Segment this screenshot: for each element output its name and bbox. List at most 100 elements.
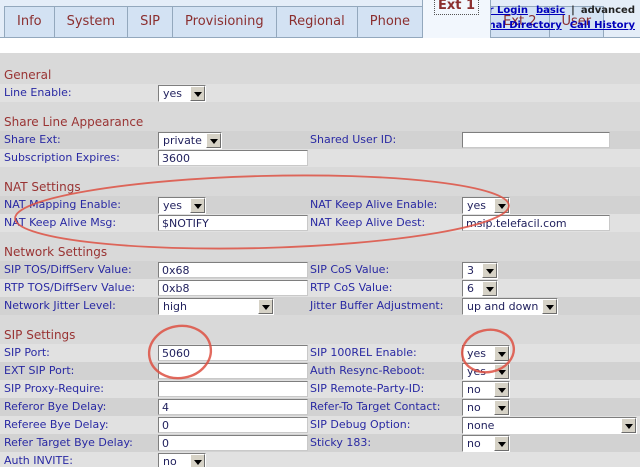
field-row: Network Jitter Level:highJitter Buffer A… xyxy=(0,297,640,315)
input-sip-port[interactable] xyxy=(158,345,308,361)
chevron-down-icon xyxy=(210,139,218,148)
input-shared-user-id[interactable] xyxy=(462,132,610,148)
input-referor-bye-delay[interactable] xyxy=(158,399,308,415)
input-referee-bye-delay[interactable] xyxy=(158,417,308,433)
input-nat-keep-alive-dest[interactable] xyxy=(462,215,610,231)
dropdown-arrow-icon xyxy=(494,364,509,379)
field-row: SIP Proxy-Require:SIP Remote-Party-ID:no xyxy=(0,380,640,398)
text-advanced: advanced xyxy=(581,5,635,16)
label-nat-mapping-enable: NAT Mapping Enable: xyxy=(4,198,121,211)
select-sip-100rel-enable[interactable]: yes xyxy=(462,345,510,362)
select-value: yes xyxy=(467,365,486,378)
label-sip-remote-party-id: SIP Remote-Party-ID: xyxy=(310,382,424,395)
link-call-history[interactable]: Call History xyxy=(570,20,635,31)
label-ext-sip-port: EXT SIP Port: xyxy=(4,364,74,377)
settings-form: GeneralLine Enable:yesShare Line Appeara… xyxy=(0,53,640,467)
input-refer-target-bye-delay[interactable] xyxy=(158,435,308,451)
input-sip-tos-diffserv-value[interactable] xyxy=(158,262,308,278)
label-line-enable: Line Enable: xyxy=(4,86,72,99)
text-: | xyxy=(571,5,575,16)
field-row: NAT Keep Alive Msg: NAT Keep Alive Dest: xyxy=(0,214,640,232)
select-sticky-183[interactable]: no xyxy=(462,435,510,452)
label-sticky-183: Sticky 183: xyxy=(310,436,371,449)
input-subscription-expires[interactable] xyxy=(158,150,308,166)
chevron-down-icon xyxy=(498,442,506,451)
section-share-line-appearance: Share Line AppearanceShare Ext:privateSh… xyxy=(0,114,640,167)
select-value: private xyxy=(163,134,202,147)
select-sip-cos-value[interactable]: 3 xyxy=(462,262,498,279)
select-sip-remote-party-id[interactable]: no xyxy=(462,381,510,398)
dropdown-arrow-icon xyxy=(258,299,273,314)
link-basic[interactable]: basic xyxy=(536,5,565,16)
input-sip-proxy-require[interactable] xyxy=(158,381,308,397)
select-value: yes xyxy=(163,87,182,100)
select-jitter-buffer-adjustment[interactable]: up and down xyxy=(462,298,558,315)
select-rtp-cos-value[interactable]: 6 xyxy=(462,280,498,297)
select-share-ext[interactable]: private xyxy=(158,132,222,149)
select-refer-to-target-contact[interactable]: no xyxy=(462,399,510,416)
tab-label: SIP xyxy=(140,14,160,29)
dropdown-arrow-icon xyxy=(190,454,205,467)
dropdown-arrow-icon xyxy=(494,400,509,415)
phone-config-page: { "colors": { "section_heading": "#99333… xyxy=(0,0,640,467)
field-row: Auth INVITE:no xyxy=(0,452,640,467)
label-nat-keep-alive-msg: NAT Keep Alive Msg: xyxy=(4,216,116,229)
label-jitter-buffer-adjustment: Jitter Buffer Adjustment: xyxy=(310,299,443,312)
select-line-enable[interactable]: yes xyxy=(158,85,206,102)
tab-provisioning[interactable]: Provisioning xyxy=(172,6,277,38)
tab-label: Regional xyxy=(289,14,345,29)
field-row: NAT Mapping Enable:yesNAT Keep Alive Ena… xyxy=(0,196,640,214)
tab-system[interactable]: System xyxy=(54,6,128,38)
tab-label: Ext 1 xyxy=(435,0,478,14)
select-auth-resync-reboot[interactable]: yes xyxy=(462,363,510,380)
chevron-down-icon xyxy=(194,204,202,213)
tab-label: Info xyxy=(17,14,42,29)
select-value: no xyxy=(467,383,481,396)
section-title: NAT Settings xyxy=(0,179,640,196)
dropdown-arrow-icon xyxy=(190,86,205,101)
select-value: yes xyxy=(163,199,182,212)
dropdown-arrow-icon xyxy=(621,418,636,433)
select-value: yes xyxy=(467,347,486,360)
section-general: GeneralLine Enable:yes xyxy=(0,67,640,102)
chevron-down-icon xyxy=(498,388,506,397)
select-nat-mapping-enable[interactable]: yes xyxy=(158,197,206,214)
section-nat-settings: NAT Settings NAT Mapping Enable: yes NAT Ke… xyxy=(0,179,640,232)
label-nat-keep-alive-dest: NAT Keep Alive Dest: xyxy=(310,216,425,229)
select-value: no xyxy=(467,401,481,414)
section-sip-settings: SIP SettingsSIP Port:SIP 100REL Enable:y… xyxy=(0,327,640,467)
label-refer-target-bye-delay: Refer Target Bye Delay: xyxy=(4,436,133,449)
label-referee-bye-delay: Referee Bye Delay: xyxy=(4,418,109,431)
select-value: high xyxy=(163,300,187,313)
dropdown-arrow-icon xyxy=(482,263,497,278)
label-rtp-tos-diffserv-value: RTP TOS/DiffServ Value: xyxy=(4,281,135,294)
select-nat-keep-alive-enable[interactable]: yes xyxy=(462,197,510,214)
field-row: SIP TOS/DiffServ Value:SIP CoS Value:3 xyxy=(0,261,640,279)
tab-sip[interactable]: SIP xyxy=(127,6,173,38)
chevron-down-icon xyxy=(498,406,506,415)
dropdown-arrow-icon xyxy=(494,382,509,397)
field-row: Referee Bye Delay:SIP Debug Option:none xyxy=(0,416,640,434)
select-sip-debug-option[interactable]: none xyxy=(462,417,637,434)
tab-ext-1[interactable]: Ext 1 xyxy=(422,0,491,38)
label-sip-port: SIP Port: xyxy=(4,346,50,359)
input-rtp-tos-diffserv-value[interactable] xyxy=(158,280,308,296)
tab-phone[interactable]: Phone xyxy=(357,6,423,38)
field-row: Subscription Expires: xyxy=(0,149,640,167)
select-value: 3 xyxy=(467,264,474,277)
tab-info[interactable]: Info xyxy=(4,6,55,38)
field-row: Line Enable: yes xyxy=(0,84,640,102)
select-value: yes xyxy=(467,199,486,212)
dropdown-arrow-icon xyxy=(190,198,205,213)
select-network-jitter-level[interactable]: high xyxy=(158,298,274,315)
input-nat-keep-alive-msg[interactable] xyxy=(158,215,308,231)
tab-regional[interactable]: Regional xyxy=(276,6,358,38)
label-sip-100rel-enable: SIP 100REL Enable: xyxy=(310,346,417,359)
input-ext-sip-port[interactable] xyxy=(158,363,308,379)
field-row: EXT SIP Port:Auth Resync-Reboot:yes xyxy=(0,362,640,380)
select-auth-invite[interactable]: no xyxy=(158,453,206,467)
dropdown-arrow-icon xyxy=(494,436,509,451)
chevron-down-icon xyxy=(498,352,506,361)
chevron-down-icon xyxy=(546,305,554,314)
tab-label: Provisioning xyxy=(185,14,264,29)
